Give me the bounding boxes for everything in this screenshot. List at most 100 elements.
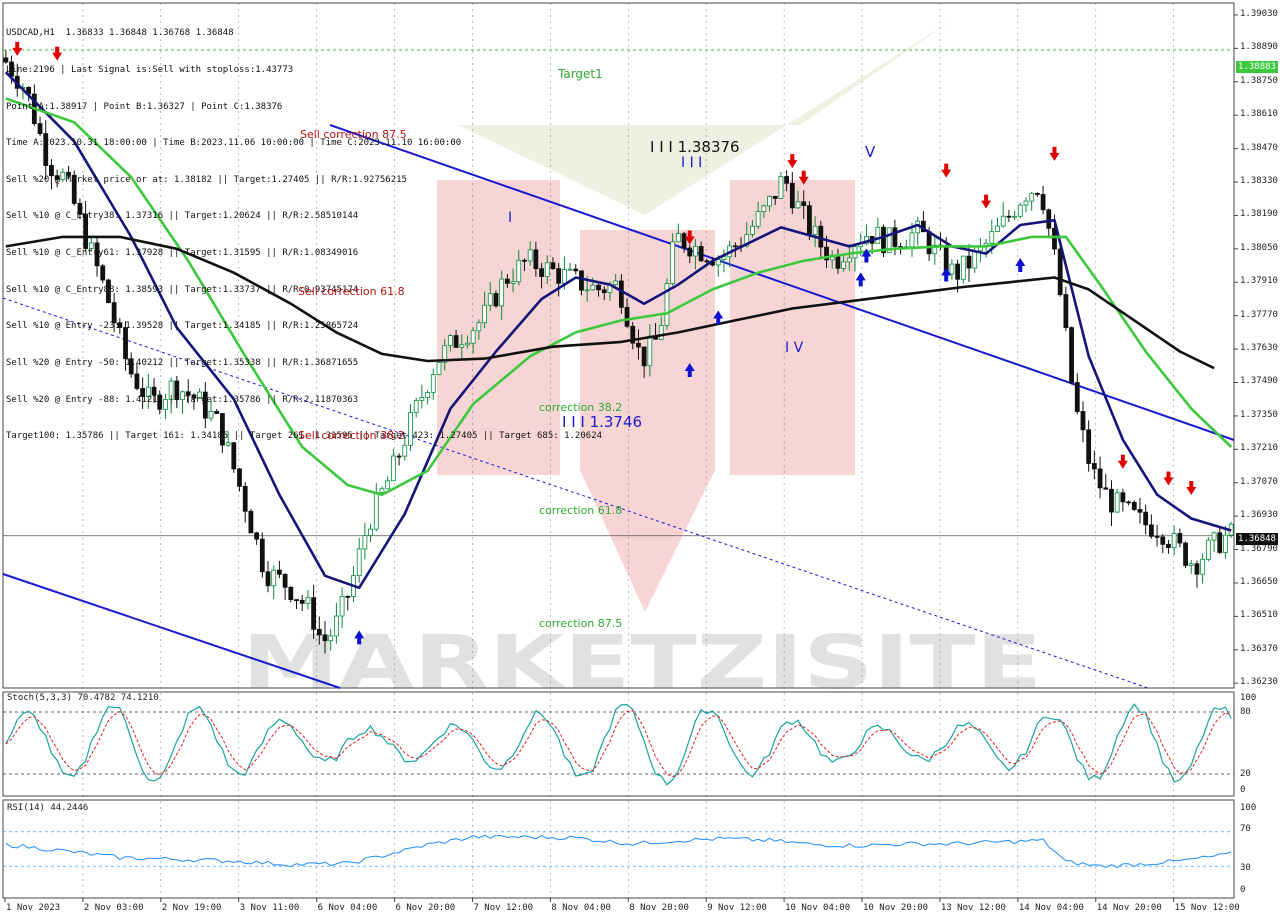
candle-body (1034, 192, 1040, 195)
candle-body (972, 250, 978, 269)
candle-body (1103, 487, 1109, 490)
y-tick-label: 1.38470 (1240, 142, 1278, 153)
candle-body (636, 342, 641, 348)
candle-body (755, 211, 761, 227)
candle-body (995, 225, 1000, 232)
y-tick-label: 1.36930 (1240, 510, 1278, 521)
candle-body (618, 280, 624, 308)
candle-body (1177, 533, 1183, 544)
candle-body (875, 226, 881, 244)
candle-body (1114, 492, 1120, 513)
candle-body (373, 492, 379, 530)
candle-body (1126, 501, 1131, 504)
candle-body (294, 599, 299, 602)
wave-v-label: V (865, 143, 876, 161)
candle-body (772, 195, 778, 199)
candle-body (1091, 463, 1097, 470)
candle-body (277, 569, 282, 575)
candle-body (1217, 532, 1223, 553)
candle-body (624, 306, 630, 327)
candle-body (801, 201, 807, 206)
stoch-level-100: 100 (1240, 693, 1257, 703)
candle-body (1057, 248, 1063, 295)
candle-body (299, 599, 305, 604)
candle-body (1023, 200, 1029, 206)
candle-body (1137, 509, 1143, 513)
info-line: Line:2196 | Last Signal is:Sell with sto… (6, 65, 294, 76)
candle-body (1052, 227, 1057, 250)
wave-iii-label: I I I (681, 155, 703, 171)
x-tick-label: 10 Nov 04:00 (785, 903, 851, 913)
x-tick-label: 9 Nov 12:00 (707, 903, 767, 913)
candle-body (841, 261, 847, 269)
chart: MARKETZISITE USDCAD,H1 1.36833 1.36848 1… (0, 0, 1280, 920)
correction-875-label: correction 87.5 (539, 617, 623, 630)
candle-body (1074, 382, 1080, 412)
sell-correction-875-label: Sell correction 87.5 (300, 128, 407, 141)
candle-body (282, 573, 288, 588)
candle-body (1223, 534, 1228, 553)
candle-body (641, 346, 647, 367)
candle-body (1148, 524, 1154, 537)
candle-body (989, 231, 995, 244)
target1-label: Target1 (558, 67, 603, 81)
watermark-shape (730, 180, 855, 475)
candle-body (693, 246, 698, 257)
candle-body (960, 255, 966, 280)
candle-body (704, 260, 710, 263)
candle-body (362, 535, 368, 550)
candle-body (698, 246, 704, 262)
candle-body (385, 480, 391, 490)
y-tick-label: 1.38610 (1240, 109, 1278, 120)
candle-body (955, 263, 960, 280)
x-tick-label: 14 Nov 04:00 (1018, 903, 1084, 913)
candle-body (732, 245, 738, 248)
candle-body (670, 241, 676, 284)
candle-body (892, 227, 898, 247)
candle-body (1040, 194, 1046, 211)
wave-iii-price-label: I I I 1.38376 (650, 138, 740, 156)
x-tick-label: 1 Nov 2023 (6, 903, 61, 913)
y-tick-label: 1.38050 (1240, 242, 1278, 253)
candle-body (675, 233, 681, 243)
stoch-level-20: 20 (1240, 769, 1251, 779)
x-tick-label: 15 Nov 12:00 (1174, 903, 1240, 913)
candle-body (1194, 563, 1200, 575)
candle-body (909, 232, 915, 248)
candle-body (818, 225, 824, 248)
x-tick-label: 2 Nov 03:00 (83, 903, 144, 913)
candle-body (237, 468, 242, 487)
y-tick-label: 1.37350 (1240, 409, 1278, 420)
candle-body (1120, 492, 1126, 503)
candle-body (926, 231, 932, 255)
candle-body (647, 335, 653, 367)
symbol-header: USDCAD,H1 1.36833 1.36848 1.36768 1.3684… (6, 28, 234, 39)
x-tick-label: 14 Nov 20:00 (1096, 903, 1162, 913)
info-line: Sell %10 @ C_Entry61: 1.37928 || Target:… (6, 248, 359, 259)
x-tick-label: 7 Nov 12:00 (473, 903, 534, 913)
candle-body (1205, 539, 1211, 560)
candle-body (1006, 215, 1012, 218)
candle-body (1086, 429, 1092, 464)
candle-body (1080, 411, 1086, 431)
rsi-level-70: 70 (1240, 824, 1251, 834)
rsi-label: RSI(14) 44.2446 (7, 803, 89, 813)
candle-body (316, 628, 322, 636)
y-tick-label: 1.36650 (1240, 576, 1278, 587)
rsi-level-100: 100 (1240, 803, 1257, 813)
correction-618-label: correction 61.8 (539, 504, 623, 517)
candle-body (1154, 535, 1160, 538)
y-tick-label: 1.36230 (1240, 677, 1278, 688)
candle-body (1171, 533, 1177, 549)
candle-body (949, 263, 955, 275)
candle-body (1017, 204, 1023, 217)
x-tick-label: 3 Nov 11:00 (239, 903, 300, 913)
y-tick-label: 1.36510 (1240, 610, 1278, 621)
candle-body (1200, 558, 1206, 575)
candle-body (322, 634, 328, 642)
x-tick-label: 8 Nov 20:00 (629, 903, 689, 913)
candle-body (812, 225, 818, 235)
x-tick-label: 6 Nov 20:00 (395, 903, 456, 913)
y-tick-label: 1.37910 (1240, 276, 1278, 287)
y-tick-label: 1.38890 (1240, 42, 1278, 53)
